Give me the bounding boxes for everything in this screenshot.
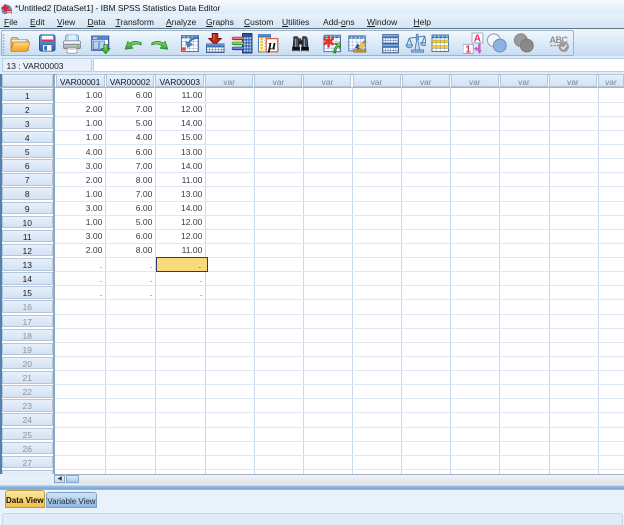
svg-text:A: A [473,34,480,45]
svg-text:1: 1 [465,45,471,54]
svg-text:μ: μ [267,39,276,54]
